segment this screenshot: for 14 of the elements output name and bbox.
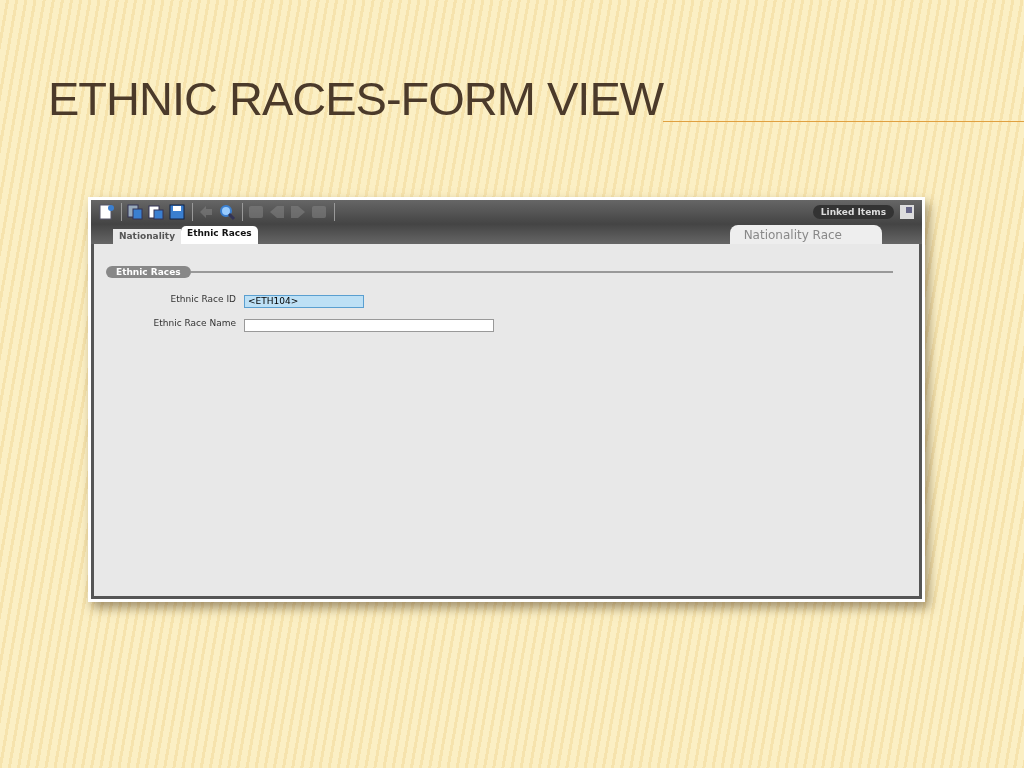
- toolbar-icon[interactable]: [97, 203, 115, 221]
- slide-title: ETHNIC RACES-FORM VIEW: [48, 75, 664, 122]
- toolbar-icon[interactable]: [168, 203, 186, 221]
- toolbar-icon[interactable]: [147, 203, 165, 221]
- linked-items-button[interactable]: Linked Items: [812, 205, 894, 219]
- input-field[interactable]: [244, 318, 494, 332]
- field-label: Ethnic Race ID: [169, 293, 236, 304]
- search-icon[interactable]: [218, 203, 236, 221]
- section-header: Ethnic Races: [106, 266, 191, 278]
- input-field[interactable]: <ETH104>: [244, 294, 364, 308]
- tab[interactable]: Ethnic Races: [181, 226, 258, 244]
- field-label: Ethnic Race Name: [152, 317, 236, 328]
- linked-items-icon[interactable]: [898, 203, 916, 221]
- tab[interactable]: Nationality: [113, 229, 181, 244]
